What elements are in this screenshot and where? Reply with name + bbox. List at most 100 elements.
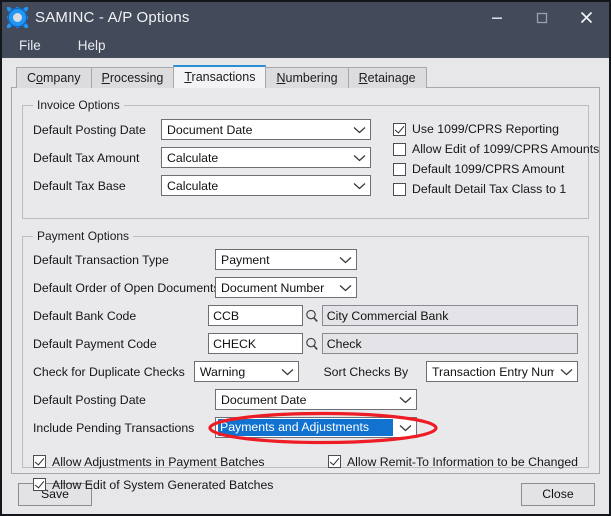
tab-transactions[interactable]: Transactions [173, 65, 267, 88]
menu-file[interactable]: File [16, 36, 44, 55]
label-default-tax-amount: Default Tax Amount [33, 150, 140, 165]
row-invoice-posting-date: Default Posting Date Document Date [33, 117, 371, 142]
magnifier-icon[interactable] [303, 305, 322, 326]
label-default-tax-base: Default Tax Base [33, 178, 126, 193]
menu-help[interactable]: Help [75, 36, 109, 55]
checkbox-row-allow-edit-system-batches[interactable]: Allow Edit of System Generated Batches [33, 474, 578, 495]
label-sort-checks-by: Sort Checks By [323, 364, 409, 379]
row-invoice-tax-base: Default Tax Base Calculate [33, 173, 371, 198]
label-order-open-documents: Default Order of Open Documents [33, 280, 220, 295]
combo-pending-transactions[interactable]: Payments and Adjustments [215, 417, 417, 438]
combo-default-tax-amount-value: Calculate [167, 150, 219, 165]
checkbox-default-1099-amount[interactable] [393, 162, 406, 176]
chevron-down-icon [339, 256, 352, 264]
combo-default-posting-date[interactable]: Document Date [161, 119, 371, 140]
checkbox-row-allow-remit-to[interactable]: Allow Remit-To Information to be Changed [327, 451, 578, 472]
input-payment-code[interactable]: CHECK [208, 333, 303, 354]
chevron-down-icon [339, 284, 352, 292]
combo-payment-posting-date-value: Document Date [221, 392, 307, 407]
minimize-icon [491, 17, 502, 19]
maximize-button[interactable] [519, 2, 564, 33]
window-title: SAMINC - A/P Options [35, 9, 190, 26]
title-bar: SAMINC - A/P Options File Help [2, 2, 609, 58]
checkbox-allow-adjustments[interactable] [33, 455, 46, 468]
label-payment-posting-date: Default Posting Date [33, 392, 146, 407]
group-invoice-options-title: Invoice Options [33, 98, 124, 112]
chevron-down-icon [353, 154, 366, 162]
tab-retainage[interactable]: Retainage [347, 67, 427, 88]
checkbox-row-use-1099[interactable]: Use 1099/CPRS Reporting [393, 119, 599, 139]
close-icon [580, 11, 593, 24]
app-window: SAMINC - A/P Options File Help Company P… [0, 0, 611, 516]
combo-default-posting-date-value: Document Date [167, 122, 253, 137]
combo-transaction-type[interactable]: Payment [215, 249, 357, 270]
chevron-down-icon [399, 424, 412, 432]
row-duplicate-checks: Check for Duplicate Checks Warning Sort … [33, 359, 578, 384]
tab-numbering[interactable]: Numbering [265, 67, 349, 88]
group-payment-options-title: Payment Options [33, 229, 134, 243]
tab-label: Transactions [184, 70, 256, 85]
checkbox-allow-edit-system-batches[interactable] [33, 478, 46, 491]
chevron-down-icon [353, 182, 366, 190]
checkbox-row-allow-adjustments[interactable]: Allow Adjustments in Payment Batches [33, 451, 328, 472]
magnifier-icon[interactable] [303, 333, 322, 354]
label-default-detail-tax-class: Default Detail Tax Class to 1 [412, 182, 567, 196]
label-pending-transactions: Include Pending Transactions [33, 420, 195, 435]
maximize-icon [536, 12, 547, 23]
checkbox-default-detail-tax-class[interactable] [393, 182, 406, 196]
label-payment-code: Default Payment Code [33, 336, 157, 351]
checkbox-allow-edit-1099[interactable] [393, 142, 406, 156]
label-allow-edit-system-batches: Allow Edit of System Generated Batches [52, 477, 274, 492]
combo-transaction-type-value: Payment [221, 252, 270, 267]
label-transaction-type: Default Transaction Type [33, 252, 169, 267]
checkbox-allow-remit-to[interactable] [327, 455, 341, 468]
minimize-button[interactable] [474, 2, 519, 33]
label-allow-edit-1099: Allow Edit of 1099/CPRS Amounts [412, 142, 600, 156]
label-use-1099: Use 1099/CPRS Reporting [412, 122, 559, 136]
combo-sort-checks-by[interactable]: Transaction Entry Number [425, 361, 578, 382]
combo-payment-posting-date[interactable]: Document Date [215, 389, 417, 410]
group-invoice-options: Invoice Options Default Posting Date Doc… [22, 98, 599, 219]
label-allow-adjustments: Allow Adjustments in Payment Batches [52, 454, 265, 469]
tab-label: Company [27, 70, 81, 85]
row-transaction-type: Default Transaction Type Payment [33, 247, 578, 272]
chevron-down-icon [281, 368, 294, 376]
row-invoice-tax-amount: Default Tax Amount Calculate [33, 145, 371, 170]
tab-label: Retainage [358, 70, 416, 85]
combo-duplicate-checks[interactable]: Warning [193, 361, 300, 382]
group-payment-options: Payment Options Default Transaction Type… [22, 229, 589, 492]
checkbox-row-allow-edit-1099[interactable]: Allow Edit of 1099/CPRS Amounts [393, 139, 599, 159]
combo-default-tax-base[interactable]: Calculate [161, 175, 371, 196]
chevron-down-icon [353, 126, 366, 134]
chevron-down-icon [560, 368, 573, 376]
client-area: Company Processing Transactions Numberin… [2, 58, 609, 492]
row-order-open-documents: Default Order of Open Documents Document… [33, 275, 578, 300]
tab-company[interactable]: Company [16, 67, 92, 88]
checkbox-row-default-detail-tax-class[interactable]: Default Detail Tax Class to 1 [393, 179, 599, 199]
combo-pending-transactions-value: Payments and Adjustments [218, 419, 393, 436]
checkbox-row-default-1099-amount[interactable]: Default 1099/CPRS Amount [393, 159, 599, 179]
combo-duplicate-checks-value: Warning [199, 364, 246, 379]
checkbox-use-1099[interactable] [393, 122, 406, 136]
close-button[interactable] [564, 2, 609, 33]
tab-processing[interactable]: Processing [90, 67, 175, 88]
combo-order-open-documents[interactable]: Document Number [215, 277, 357, 298]
combo-sort-checks-by-value: Transaction Entry Number [431, 364, 554, 379]
combo-default-tax-amount[interactable]: Calculate [161, 147, 371, 168]
window-controls [474, 2, 609, 33]
combo-default-tax-base-value: Calculate [167, 178, 219, 193]
tab-label: Numbering [276, 70, 338, 85]
label-allow-remit-to: Allow Remit-To Information to be Changed [346, 454, 578, 469]
label-duplicate-checks: Check for Duplicate Checks [33, 364, 185, 379]
input-bank-code[interactable]: CCB [208, 305, 303, 326]
row-payment-code: Default Payment Code CHECK Check [33, 331, 578, 356]
combo-order-open-documents-value: Document Number [221, 280, 325, 295]
tab-label: Processing [101, 70, 164, 85]
row-payment-posting-date: Default Posting Date Document Date [33, 387, 578, 412]
text-bank-description: City Commercial Bank [321, 305, 578, 326]
label-bank-code: Default Bank Code [33, 308, 137, 323]
chevron-down-icon [399, 396, 412, 404]
tab-strip: Company Processing Transactions Numberin… [11, 65, 600, 88]
row-bank-code: Default Bank Code CCB City Commercial Ba… [33, 303, 578, 328]
gear-icon [7, 7, 28, 28]
